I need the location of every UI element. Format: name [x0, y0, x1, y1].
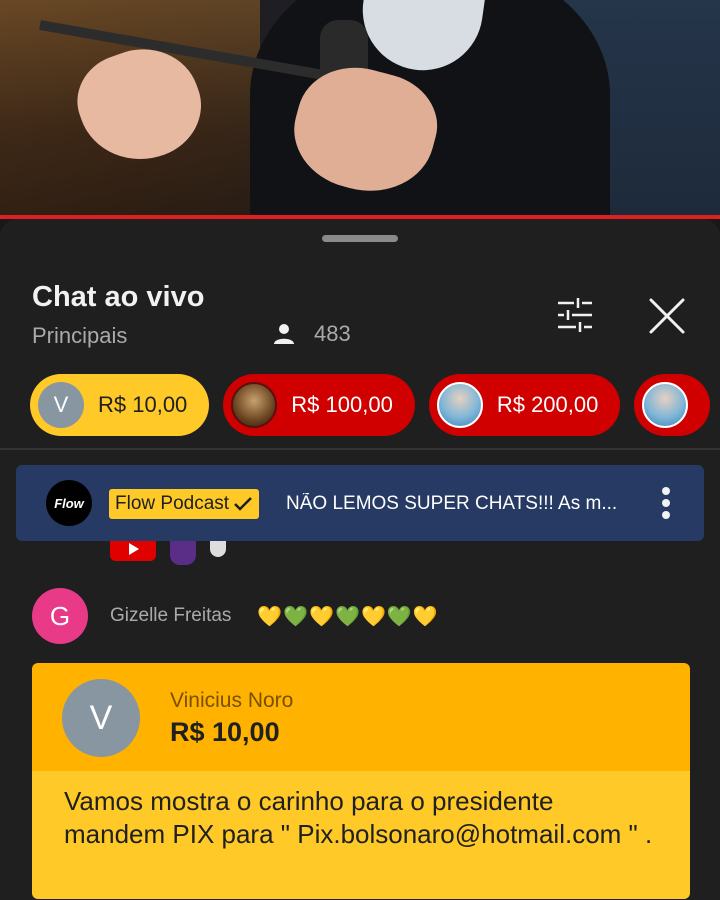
- verified-check-icon: [234, 497, 252, 511]
- superchat-author[interactable]: Vinicius Noro: [170, 689, 293, 713]
- channel-owner-badge: Flow Podcast: [109, 489, 260, 519]
- superchat-amount: R$ 10,00: [170, 717, 280, 747]
- superchat-header: V Vinicius Noro R$ 10,00: [32, 663, 690, 771]
- more-options-button[interactable]: [656, 483, 676, 523]
- live-chat-panel: Chat ao vivo Principais 483 V R$ 10,00 R…: [0, 219, 720, 900]
- emoji-remnants: [110, 541, 226, 567]
- channel-logo: Flow: [46, 480, 92, 526]
- chat-mode-selector[interactable]: Principais: [32, 323, 127, 349]
- superchat-ticker: V R$ 10,00 R$ 100,00 R$ 200,00: [30, 374, 711, 436]
- chip-amount: R$ 200,00: [496, 392, 599, 417]
- avatar: V: [62, 679, 140, 757]
- viewer-count: 483: [272, 321, 351, 347]
- drag-handle[interactable]: [322, 235, 398, 242]
- pinned-message[interactable]: Flow Flow Podcast NÃO LEMOS SUPER CHATS!…: [16, 465, 704, 541]
- chat-settings-button[interactable]: [552, 295, 598, 335]
- chat-message[interactable]: G Gizelle Freitas 💛💚💛💚💛💚💛: [32, 587, 439, 645]
- more-vertical-icon: [662, 487, 670, 519]
- chat-title: Chat ao vivo: [32, 281, 205, 313]
- avatar: [231, 382, 278, 428]
- close-icon: [649, 298, 685, 334]
- channel-name: Flow Podcast: [115, 493, 230, 514]
- superchat-chip-partial[interactable]: [634, 374, 711, 436]
- chip-amount: R$ 10,00: [98, 392, 188, 417]
- superchat-chip[interactable]: V R$ 10,00: [30, 374, 210, 436]
- superchat-card[interactable]: V Vinicius Noro R$ 10,00 Vamos mostra o …: [32, 663, 690, 899]
- superchat-chip[interactable]: R$ 200,00: [428, 374, 621, 436]
- pinned-message-text: NÃO LEMOS SUPER CHATS!!! As m...: [286, 493, 618, 514]
- superchat-chip[interactable]: R$ 100,00: [223, 374, 415, 436]
- youtube-emoji-icon: [110, 541, 156, 561]
- avatar: V: [38, 382, 84, 428]
- person-icon: [274, 324, 294, 344]
- viewer-count-value: 483: [314, 321, 351, 346]
- message-author[interactable]: Gizelle Freitas: [110, 605, 231, 627]
- avatar: [642, 382, 689, 428]
- superchat-message: Vamos mostra o carinho para o presidente…: [32, 771, 690, 899]
- avatar: [436, 382, 483, 428]
- skull-emoji-icon: [210, 541, 226, 557]
- character-emoji-icon: [170, 541, 196, 565]
- close-chat-button[interactable]: [644, 293, 690, 339]
- avatar: G: [32, 588, 88, 644]
- video-player[interactable]: [0, 0, 720, 218]
- message-text: 💛💚💛💚💛💚💛: [257, 605, 439, 628]
- sliders-icon: [558, 298, 592, 332]
- chip-amount: R$ 100,00: [291, 392, 393, 417]
- ticker-divider: [0, 448, 720, 450]
